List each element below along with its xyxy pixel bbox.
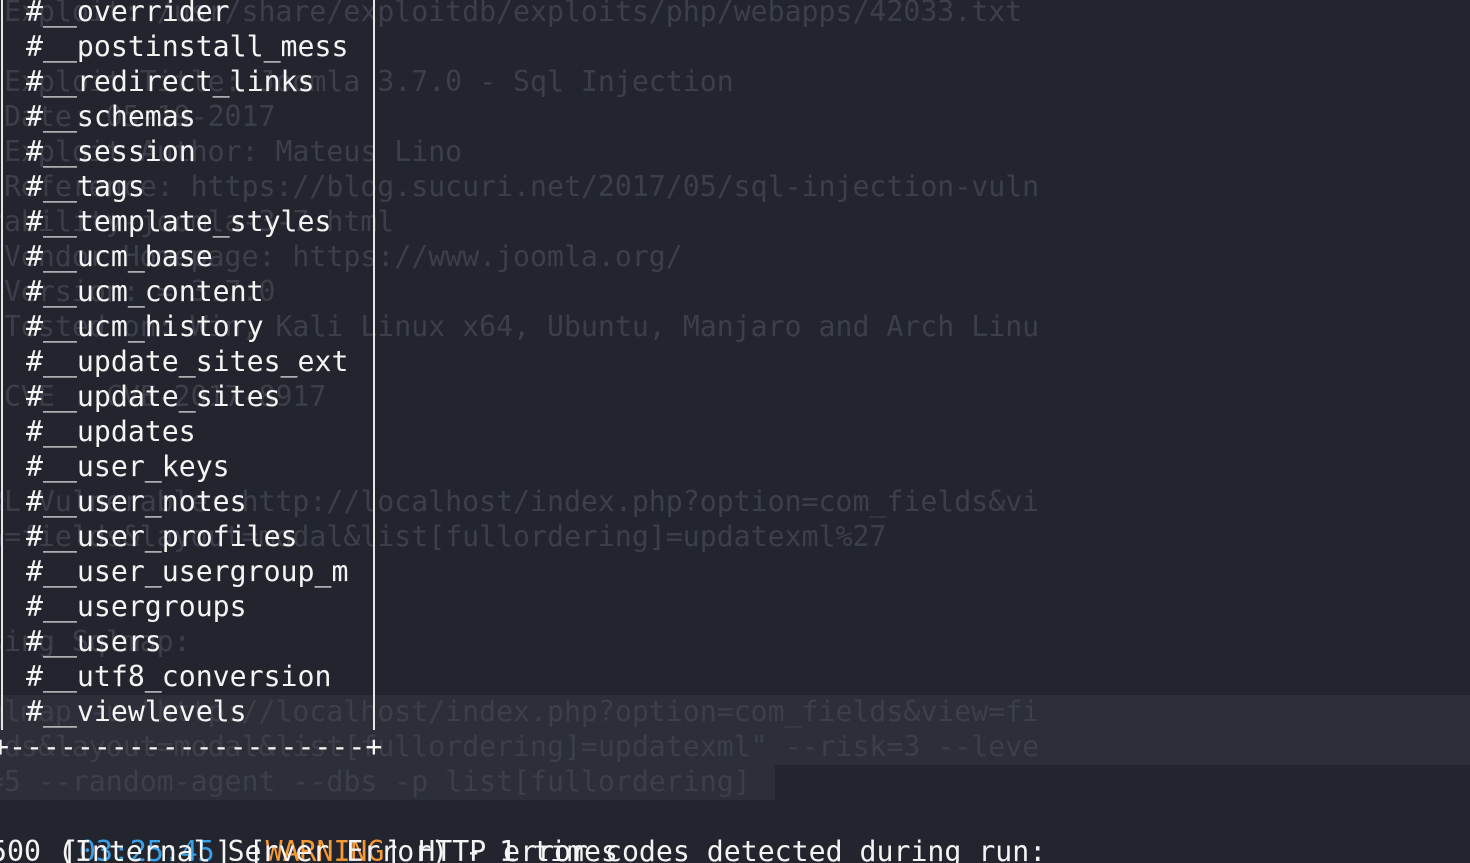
table-row: #__user_keys — [26, 450, 230, 483]
terminal-window[interactable]: # Exploit: /usr/share/exploitdb/exploits… — [0, 0, 1470, 863]
table-row: #__usergroups — [26, 590, 247, 623]
table-row: #__session — [26, 135, 196, 168]
table-row: #__user_profiles — [26, 520, 298, 553]
table-row: #__utf8_conversion — [26, 660, 332, 693]
table-row: #__update_sites_ext — [26, 345, 349, 378]
table-row: #__updates — [26, 415, 196, 448]
log-error-count-line: 500 (Internal Server Error) - 1 times — [0, 835, 618, 863]
table-row: #__overrider — [26, 0, 230, 28]
table-right-border — [373, 0, 375, 730]
table-row: #__tags — [26, 170, 145, 203]
table-row: #__users — [26, 625, 162, 658]
log-warning-line: [03:25:45] [WARNING] HTTP error codes de… — [0, 799, 1046, 863]
table-left-border — [1, 0, 3, 730]
table-row: #__ucm_base — [26, 240, 213, 273]
table-row: #__user_usergroup_m — [26, 555, 349, 588]
table-row: #__redirect_links — [26, 65, 315, 98]
ghost-line: l=5 --random-agent --dbs -p list[fullord… — [0, 765, 751, 798]
table-row: #__ucm_content — [26, 275, 264, 308]
table-row: #__viewlevels — [26, 695, 247, 728]
ghost-line: # Reference: https://blog.sucuri.net/201… — [0, 170, 1040, 203]
table-row: #__ucm_history — [26, 310, 264, 343]
table-row: #__update_sites — [26, 380, 281, 413]
table-row: #__template_styles — [26, 205, 332, 238]
table-bottom-border: +---------------------+ — [0, 730, 383, 763]
table-row: #__schemas — [26, 100, 196, 133]
table-row: #__user_notes — [26, 485, 247, 518]
table-row: #__postinstall_mess — [26, 30, 349, 63]
